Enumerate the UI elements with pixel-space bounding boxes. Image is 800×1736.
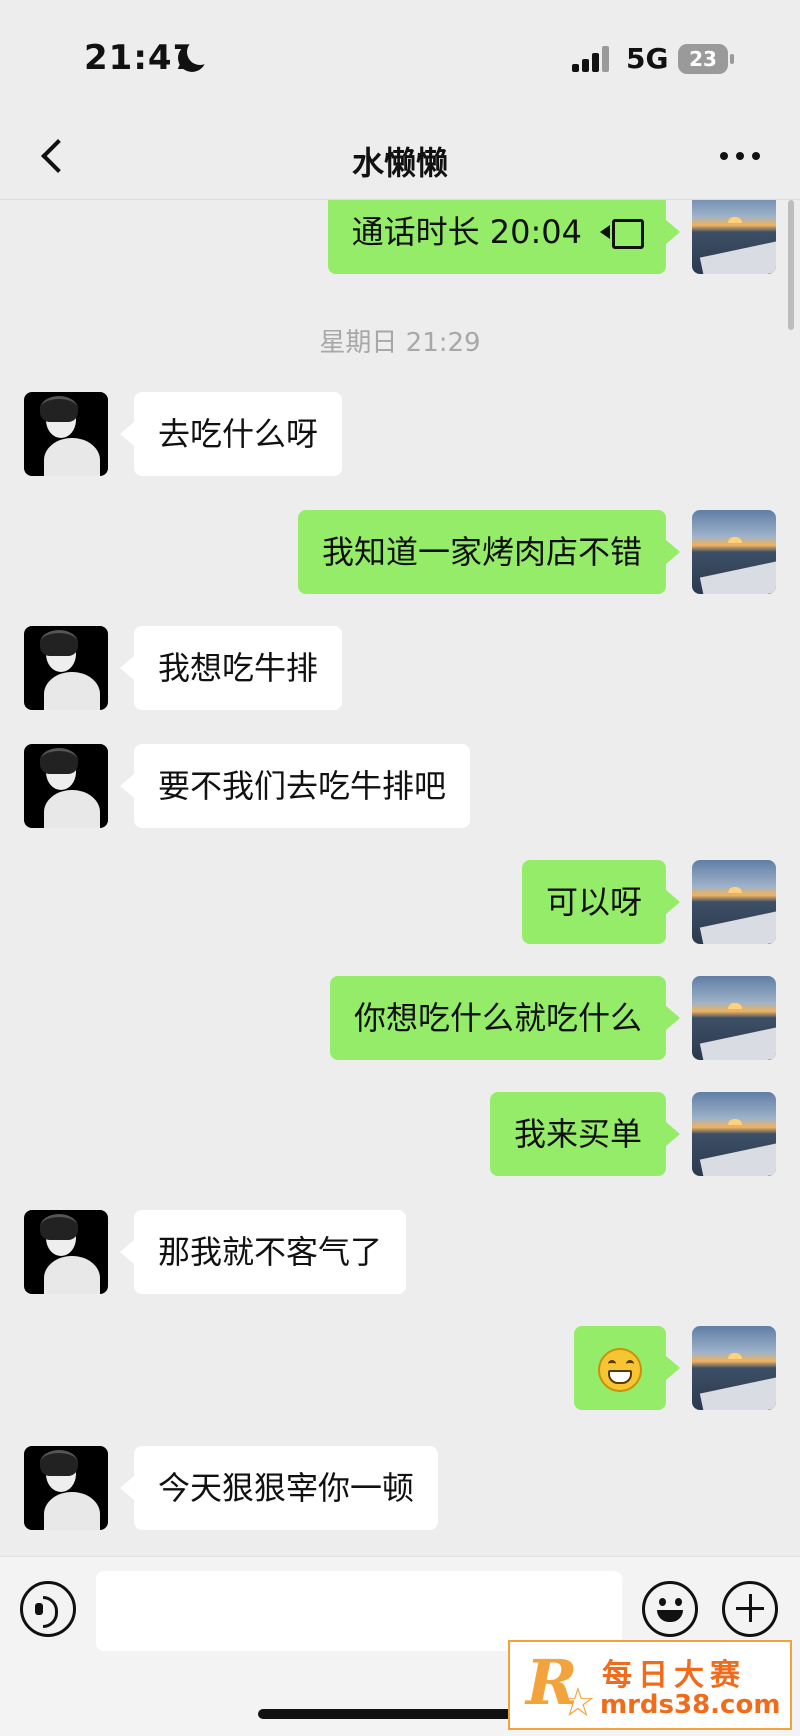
my-avatar[interactable] [692, 510, 776, 594]
voice-input-icon[interactable] [20, 1581, 76, 1637]
my-avatar[interactable] [692, 976, 776, 1060]
contact-avatar[interactable] [24, 626, 108, 710]
battery-icon: 23 [678, 44, 734, 74]
call-duration-text: 通话时长 20:04 [351, 213, 582, 251]
my-avatar[interactable] [692, 1092, 776, 1176]
sent-message-bubble[interactable]: 我知道一家烤肉店不错 [297, 510, 681, 594]
sent-emoji-bubble[interactable] [574, 1326, 680, 1410]
received-message-bubble[interactable]: 今天狠狠宰你一顿 [119, 1446, 439, 1530]
watermark: R ☆ 每日大赛 mrds38.com [508, 1640, 792, 1730]
star-icon: ☆ [560, 1680, 596, 1726]
my-avatar[interactable] [692, 200, 776, 274]
scrollbar[interactable] [788, 200, 794, 330]
status-bar: 21:47 5G 23 [0, 0, 800, 110]
watermark-brand: 每日大赛 [602, 1658, 746, 1693]
contact-avatar[interactable] [24, 744, 108, 828]
home-indicator[interactable] [258, 1709, 542, 1719]
more-actions-icon[interactable] [722, 1581, 778, 1637]
received-message-bubble[interactable]: 那我就不客气了 [119, 1210, 407, 1294]
received-message-bubble[interactable]: 我想吃牛排 [119, 626, 343, 710]
timestamp: 星期日 21:29 [319, 328, 481, 358]
watermark-url: mrds38.com [600, 1690, 781, 1720]
cellular-signal-icon [572, 46, 614, 72]
my-avatar[interactable] [692, 1326, 776, 1410]
video-call-icon [600, 217, 644, 249]
my-avatar[interactable] [692, 860, 776, 944]
moon-icon [178, 39, 213, 72]
network-type: 5G [626, 42, 669, 75]
call-record-bubble[interactable]: 通话时长 20:04 [327, 200, 681, 274]
emoji-picker-icon[interactable] [642, 1581, 698, 1637]
more-options-icon[interactable] [720, 152, 760, 160]
grinning-face-icon [598, 1348, 642, 1392]
message-input[interactable] [96, 1571, 622, 1651]
contact-avatar[interactable] [24, 392, 108, 476]
sent-message-bubble[interactable]: 可以呀 [521, 860, 681, 944]
sent-message-bubble[interactable]: 我来买单 [489, 1092, 681, 1176]
contact-avatar[interactable] [24, 1210, 108, 1294]
contact-avatar[interactable] [24, 1446, 108, 1530]
received-message-bubble[interactable]: 要不我们去吃牛排吧 [119, 744, 471, 828]
chat-title: 水懒懒 [351, 144, 448, 182]
message-list[interactable]: 通话时长 20:04 星期日 21:29 去吃什么呀 我知道一家烤肉店不错 我想… [0, 200, 800, 1556]
sent-message-bubble[interactable]: 你想吃什么就吃什么 [329, 976, 681, 1060]
received-message-bubble[interactable]: 去吃什么呀 [119, 392, 343, 476]
chat-header: 水懒懒 [0, 110, 800, 200]
